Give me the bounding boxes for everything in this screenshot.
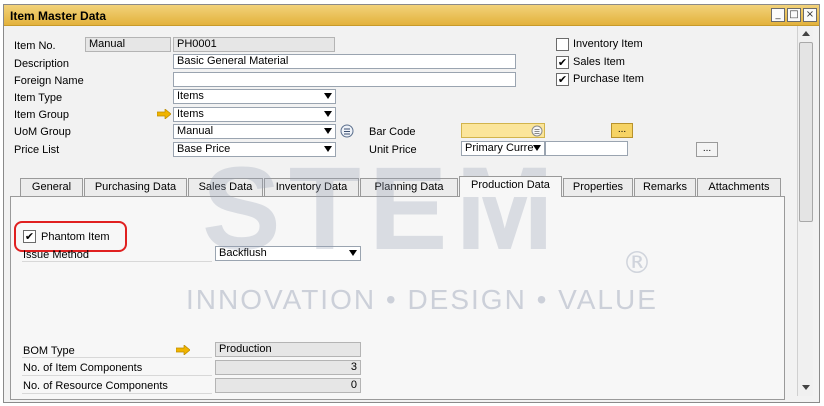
uom-group-label: UoM Group	[14, 126, 71, 138]
tab-properties[interactable]: Properties	[563, 178, 633, 196]
minimize-button[interactable]: _	[771, 8, 785, 22]
close-button[interactable]: ×	[803, 8, 817, 22]
highlight-ring	[14, 221, 127, 252]
list-details-icon[interactable]	[531, 125, 543, 137]
scroll-up-icon[interactable]	[802, 31, 810, 36]
uom-group-value: Manual	[177, 125, 214, 137]
inventory-item-label: Inventory Item	[573, 38, 643, 50]
chevron-down-icon	[533, 145, 541, 151]
issue-method-label: Issue Method	[23, 249, 90, 261]
tab-production-data[interactable]: Production Data	[459, 176, 562, 197]
description-field[interactable]: Basic General Material	[173, 54, 516, 69]
bar-code-label: Bar Code	[369, 126, 416, 138]
uom-group-dropdown[interactable]: Manual	[173, 124, 336, 139]
window-title: Item Master Data	[10, 9, 107, 23]
resource-components-field[interactable]: 0	[215, 378, 361, 393]
bar-code-browse-button[interactable]: ...	[611, 123, 633, 138]
item-components-field[interactable]: 3	[215, 360, 361, 375]
tab-sales-data[interactable]: Sales Data	[188, 178, 263, 196]
issue-method-value: Backflush	[219, 247, 267, 259]
unit-price-label: Unit Price	[369, 144, 417, 156]
list-details-icon[interactable]	[340, 124, 354, 138]
divider	[22, 357, 212, 358]
bom-type-field[interactable]: Production	[215, 342, 361, 357]
purchase-item-label: Purchase Item	[573, 73, 644, 85]
sales-item-label: Sales Item	[573, 56, 625, 68]
currency-dropdown[interactable]: Primary Curre	[461, 141, 545, 156]
tab-planning-data[interactable]: Planning Data	[360, 178, 458, 196]
item-type-value: Items	[177, 90, 204, 102]
price-list-value: Base Price	[177, 143, 231, 155]
inventory-item-checkbox[interactable]	[556, 38, 569, 51]
item-type-dropdown[interactable]: Items	[173, 89, 336, 104]
resource-components-label: No. of Resource Components	[23, 380, 168, 392]
chevron-down-icon	[324, 93, 332, 99]
scroll-thumb[interactable]	[799, 42, 813, 222]
description-label: Description	[14, 58, 70, 70]
item-no-series[interactable]: Manual	[85, 37, 171, 52]
maximize-button[interactable]: □	[787, 8, 801, 22]
divider	[22, 375, 212, 376]
item-type-label: Item Type	[14, 92, 63, 104]
tab-attachments[interactable]: Attachments	[697, 178, 781, 196]
tab-inventory-data[interactable]: Inventory Data	[264, 178, 359, 196]
foreign-name-label: Foreign Name	[14, 75, 84, 87]
tab-general[interactable]: General	[20, 178, 83, 196]
item-group-value: Items	[177, 108, 204, 120]
item-no-label: Item No.	[14, 40, 56, 52]
price-list-label: Price List	[14, 144, 60, 156]
unit-price-browse-button[interactable]: ...	[696, 142, 718, 157]
link-arrow-icon[interactable]	[157, 109, 171, 119]
item-no-field[interactable]: PH0001	[173, 37, 335, 52]
item-components-label: No. of Item Components	[23, 362, 143, 374]
title-bar[interactable]: Item Master Data _ □ ×	[4, 5, 819, 26]
vertical-scrollbar[interactable]	[797, 26, 813, 396]
tab-purchasing-data[interactable]: Purchasing Data	[84, 178, 187, 196]
chevron-down-icon	[349, 250, 357, 256]
sales-item-checkbox[interactable]: ✔	[556, 56, 569, 69]
item-group-dropdown[interactable]: Items	[173, 107, 336, 122]
chevron-down-icon	[324, 128, 332, 134]
divider	[22, 393, 212, 394]
chevron-down-icon	[324, 146, 332, 152]
item-group-label: Item Group	[14, 109, 70, 121]
unit-price-field[interactable]	[545, 141, 628, 156]
link-arrow-icon[interactable]	[176, 345, 190, 355]
chevron-down-icon	[324, 111, 332, 117]
divider	[22, 261, 212, 262]
price-list-dropdown[interactable]: Base Price	[173, 142, 336, 157]
purchase-item-checkbox[interactable]: ✔	[556, 73, 569, 86]
tab-remarks[interactable]: Remarks	[634, 178, 696, 196]
foreign-name-field[interactable]	[173, 72, 516, 87]
scroll-down-icon[interactable]	[802, 385, 810, 390]
tab-strip: General Purchasing Data Sales Data Inven…	[10, 176, 785, 197]
bom-type-label: BOM Type	[23, 345, 75, 357]
issue-method-dropdown[interactable]: Backflush	[215, 246, 361, 261]
currency-value: Primary Curre	[465, 142, 534, 154]
